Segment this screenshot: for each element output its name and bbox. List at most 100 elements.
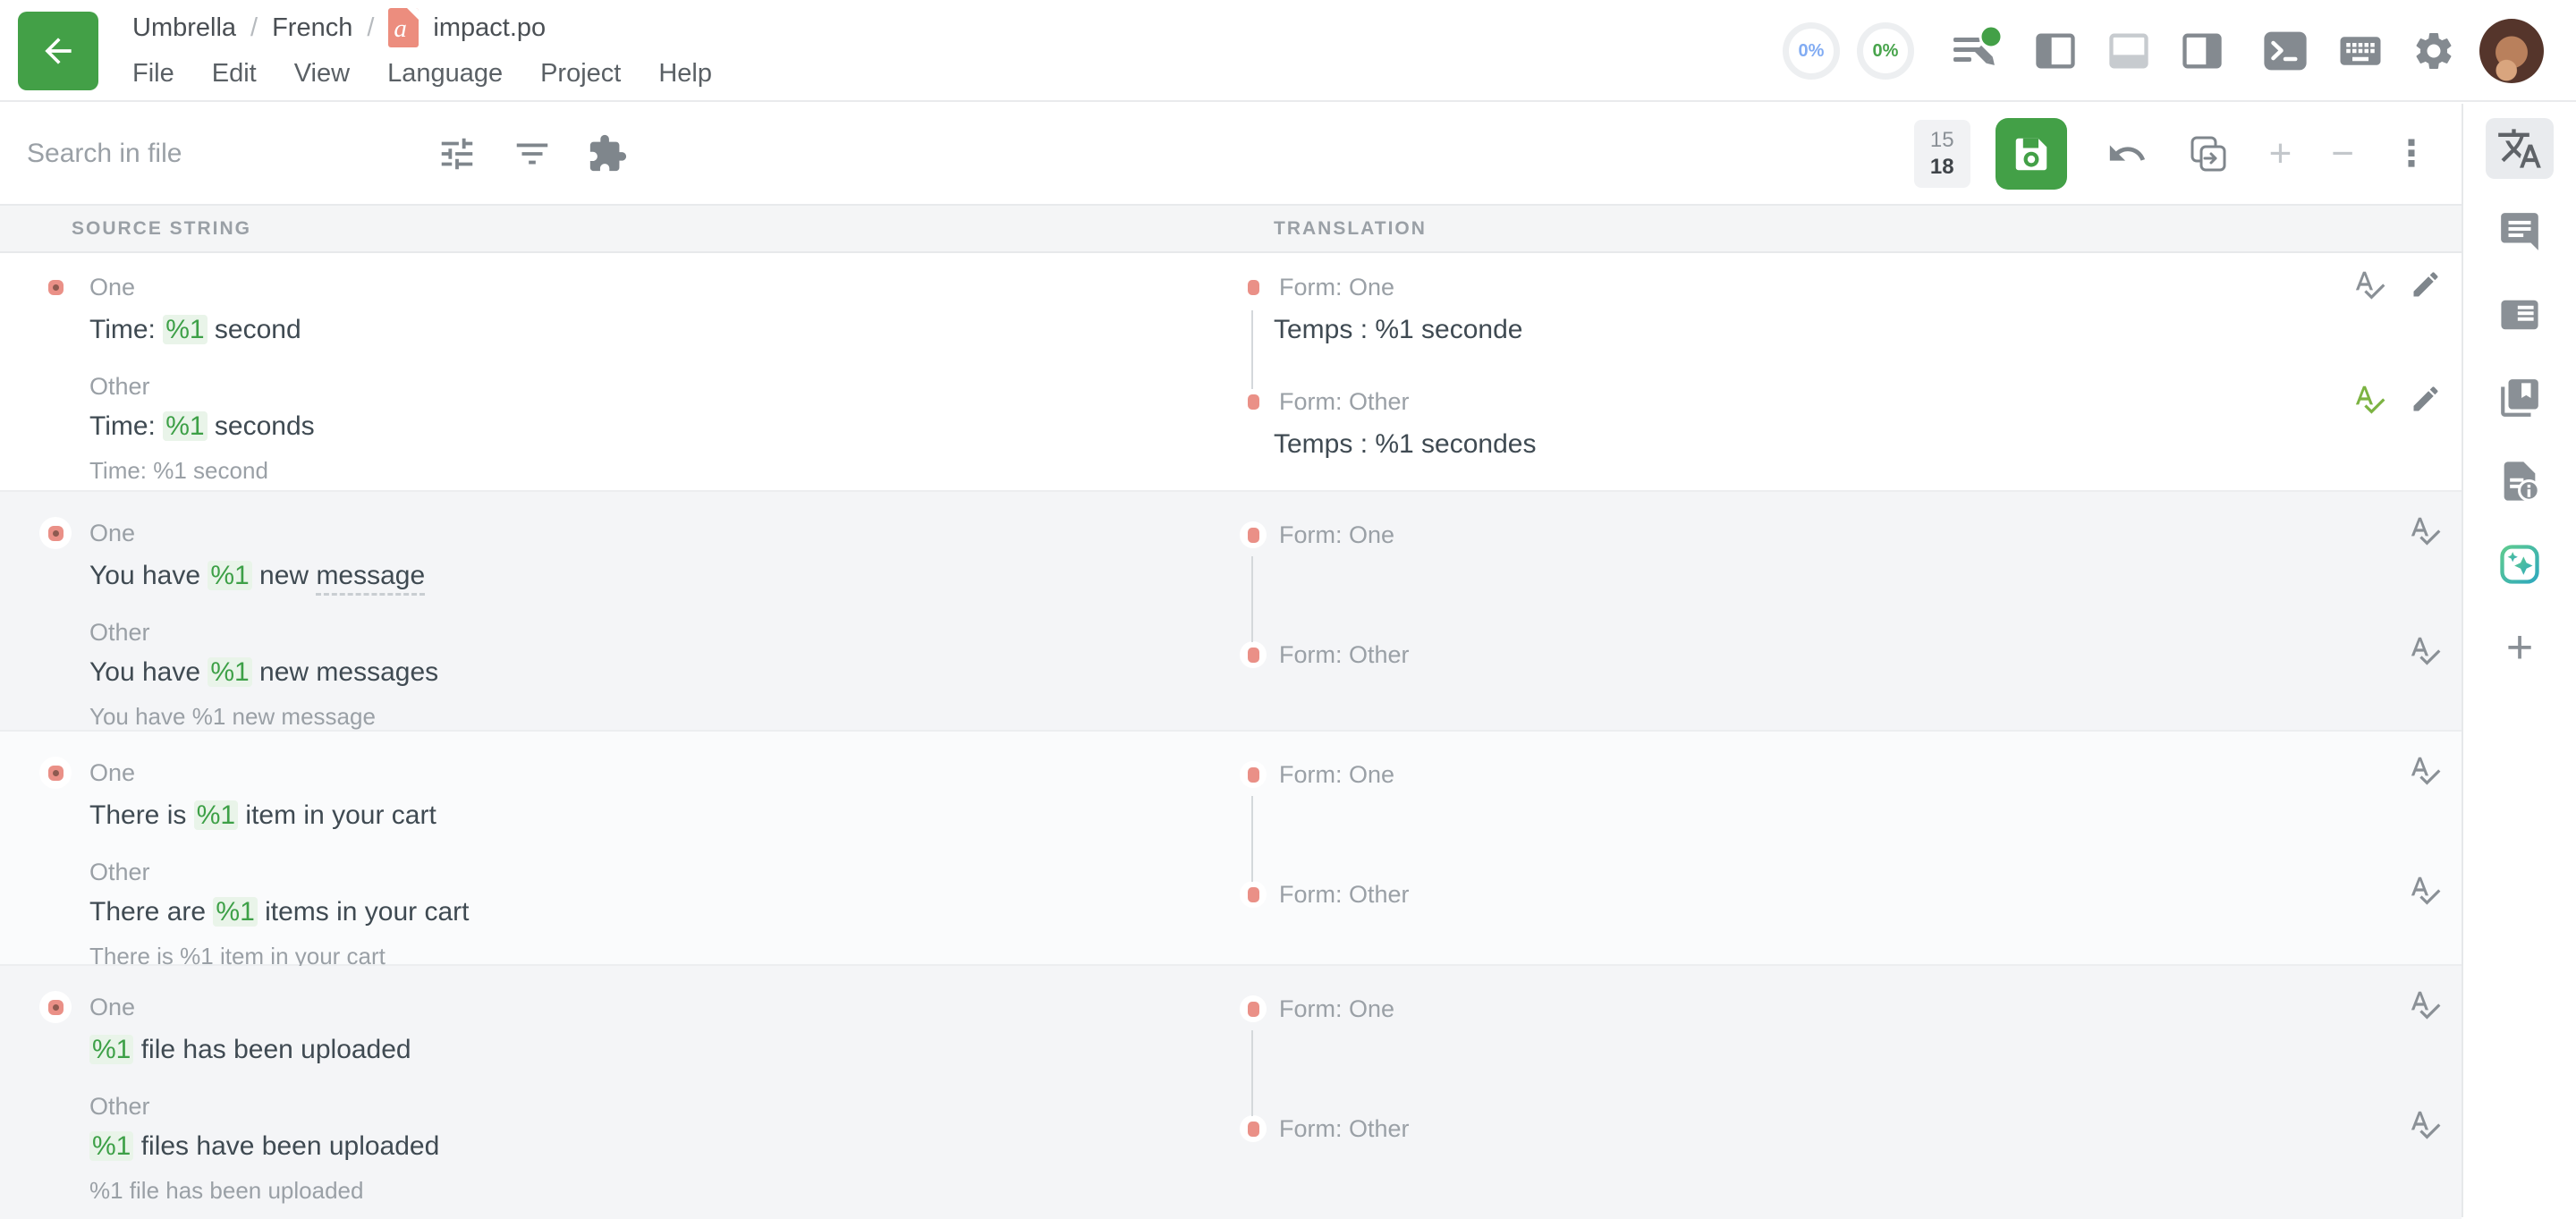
editor-main: 15 18 [0, 104, 2462, 1217]
save-button[interactable] [1996, 118, 2067, 190]
form-label: Form: One [1279, 274, 1394, 301]
translate-panel-icon[interactable] [2486, 118, 2554, 179]
spellcheck-icon[interactable] [2408, 753, 2442, 787]
string-counter-current: 15 [1930, 127, 1954, 154]
source-text-other: Time: %1 seconds [89, 409, 1234, 444]
row-actions [2326, 732, 2462, 964]
form-connector-line [1251, 310, 1253, 389]
breadcrumb-language[interactable]: French [272, 13, 352, 43]
source-text-one: There is %1 item in your cart [89, 798, 1234, 834]
spellcheck-icon[interactable] [2408, 1107, 2442, 1141]
status-untranslated-icon [1248, 1002, 1259, 1017]
approved-progress-badge[interactable]: 0% [1857, 22, 1914, 80]
menu-view[interactable]: View [294, 59, 350, 89]
right-sidebar: + [2462, 104, 2576, 1217]
form-label: Form: One [1279, 761, 1394, 789]
settings-icon[interactable] [2411, 29, 2456, 73]
source-text-one: Time: %1 second [89, 312, 1234, 348]
kebab-menu-icon[interactable]: ⋮ [2394, 133, 2429, 174]
translation-form-other[interactable]: Form: Other [1234, 639, 2326, 671]
translation-cell: Form: One Form: Other [1234, 732, 2326, 964]
menu-language[interactable]: Language [387, 59, 503, 89]
menu-project[interactable]: Project [540, 59, 621, 89]
plural-form-label: Other [89, 619, 150, 647]
grid-header: SOURCE STRING TRANSLATION [0, 206, 2462, 253]
filter-icon[interactable] [512, 133, 553, 174]
terminal-icon[interactable] [2261, 29, 2309, 73]
form-connector-line [1251, 1030, 1253, 1116]
form-connector-line [1251, 556, 1253, 642]
spellcheck-icon[interactable] [2352, 267, 2386, 301]
source-reference-text: You have %1 new message [89, 703, 1234, 731]
back-button[interactable] [18, 12, 98, 90]
plural-form-label: One [89, 994, 135, 1021]
source-reference-text: Time: %1 second [89, 457, 1234, 485]
translation-form-other[interactable]: Form: Other Temps : %1 secondes [1234, 385, 2326, 462]
translation-form-one[interactable]: Form: One [1234, 758, 2326, 791]
spellcheck-icon[interactable] [2408, 873, 2442, 907]
row-actions [2326, 966, 2462, 1219]
breadcrumb-project[interactable]: Umbrella [132, 13, 236, 43]
translation-text-one: Temps : %1 seconde [1274, 312, 2326, 348]
layout-bottom-icon[interactable] [2106, 28, 2152, 74]
minus-icon[interactable]: − [2331, 134, 2354, 174]
translated-progress-badge[interactable]: 0% [1783, 22, 1840, 80]
status-untranslated-icon [1248, 767, 1259, 783]
source-text-other: There are %1 items in your cart [89, 894, 1234, 930]
translation-form-other[interactable]: Form: Other [1234, 878, 2326, 910]
ai-assistant-icon[interactable] [2486, 534, 2554, 595]
keyboard-icon[interactable] [2336, 27, 2385, 75]
translation-form-other[interactable]: Form: Other [1234, 1113, 2326, 1145]
string-row-2[interactable]: One You have %1 new message Other You ha… [0, 492, 2462, 732]
string-row-4[interactable]: One %1 file has been uploaded Other %1 f… [0, 966, 2462, 1219]
status-untranslated-icon [48, 280, 64, 295]
tune-icon[interactable] [436, 133, 478, 174]
comments-panel-icon[interactable] [2486, 201, 2554, 262]
source-text-one: You have %1 new message [89, 558, 1234, 594]
layout-left-icon[interactable] [2032, 28, 2079, 74]
edit-icon[interactable] [2410, 268, 2442, 301]
duplicate-icon[interactable] [2187, 132, 2230, 175]
menu-edit[interactable]: Edit [212, 59, 257, 89]
status-untranslated-icon [1248, 528, 1259, 543]
file-info-panel-icon[interactable] [2486, 451, 2554, 512]
activity-icon[interactable] [1950, 25, 2005, 77]
plural-form-label: Other [89, 859, 150, 886]
source-reference-text: %1 file has been uploaded [89, 1177, 1234, 1205]
context-panel-icon[interactable] [2486, 284, 2554, 345]
layout-right-icon[interactable] [2179, 28, 2225, 74]
edit-icon[interactable] [2410, 383, 2442, 415]
translation-header: TRANSLATION [1234, 218, 1427, 240]
save-icon [2011, 133, 2052, 174]
translation-cell: Form: One Form: Other [1234, 966, 2326, 1219]
spellcheck-done-icon[interactable] [2352, 382, 2386, 416]
undo-icon[interactable] [2106, 133, 2148, 174]
source-text-other: %1 files have been uploaded [89, 1129, 1234, 1164]
string-row-3[interactable]: One There is %1 item in your cart Other … [0, 732, 2462, 966]
source-string-header: SOURCE STRING [0, 218, 1234, 240]
string-counter-total: 18 [1930, 154, 1954, 181]
form-label: Form: Other [1279, 388, 1410, 416]
spellcheck-icon[interactable] [2408, 633, 2442, 667]
search-input[interactable] [27, 139, 402, 169]
string-counter: 15 18 [1914, 120, 1970, 188]
spellcheck-icon[interactable] [2408, 513, 2442, 547]
plural-form-label: Other [89, 1093, 150, 1121]
plus-icon[interactable]: + [2269, 134, 2292, 174]
string-row-1[interactable]: One Time: %1 second Other Time: %1 secon… [0, 255, 2462, 492]
breadcrumb-file[interactable]: impact.po [433, 13, 546, 43]
add-panel-icon[interactable]: + [2486, 617, 2554, 678]
translation-form-one[interactable]: Form: One [1234, 993, 2326, 1025]
translation-form-one[interactable]: Form: One [1234, 519, 2326, 551]
translation-form-one[interactable]: Form: One Temps : %1 seconde [1234, 271, 2326, 348]
bookmarks-panel-icon[interactable] [2486, 368, 2554, 428]
spellcheck-icon[interactable] [2408, 987, 2442, 1021]
avatar[interactable] [2479, 19, 2544, 83]
status-untranslated-icon [1248, 887, 1259, 902]
plural-form-label: One [89, 759, 135, 787]
puzzle-icon[interactable] [587, 133, 628, 174]
form-label: Form: Other [1279, 1115, 1410, 1143]
menu-help[interactable]: Help [658, 59, 712, 89]
menu-file[interactable]: File [132, 59, 174, 89]
row-actions [2326, 255, 2462, 490]
